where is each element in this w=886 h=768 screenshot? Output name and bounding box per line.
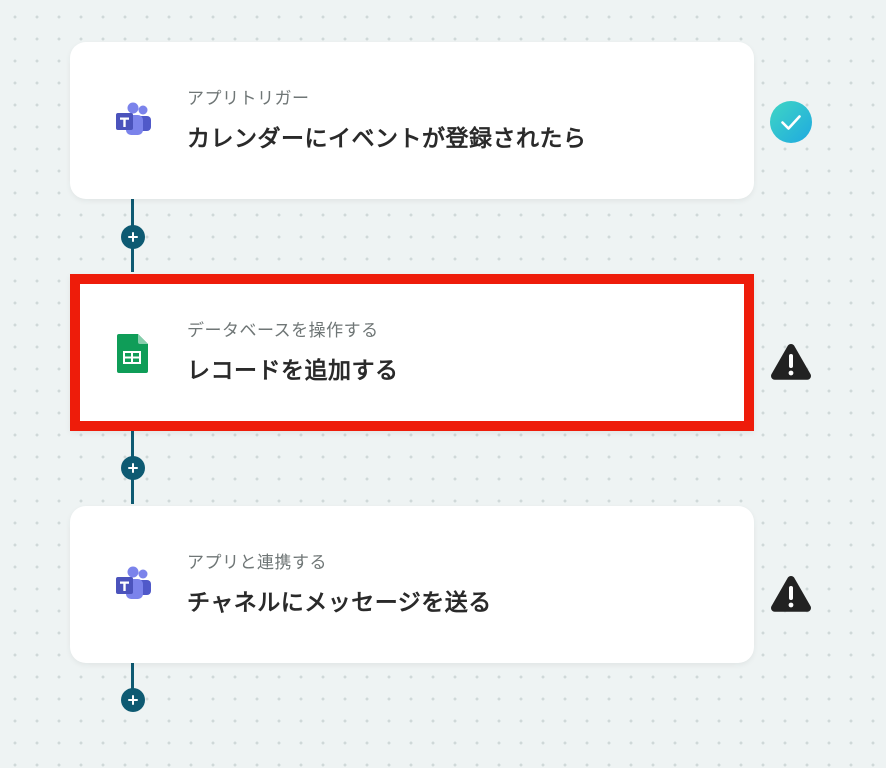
step-category: アプリと連携する xyxy=(187,553,327,573)
add-step-button[interactable] xyxy=(121,225,145,249)
flow-step-card-database[interactable]: データベースを操作する レコードを追加する xyxy=(70,274,754,431)
connector-line xyxy=(131,663,134,689)
step-category: データベースを操作する xyxy=(187,321,379,341)
add-step-button[interactable] xyxy=(121,688,145,712)
flow-step-card-action[interactable]: アプリと連携する チャネルにメッセージを送る xyxy=(70,506,754,663)
check-circle-icon xyxy=(769,100,813,144)
add-step-button[interactable] xyxy=(121,456,145,480)
warning-icon xyxy=(769,572,813,616)
step-title: カレンダーにイベントが登録されたら xyxy=(187,126,587,152)
teams-icon xyxy=(112,564,154,606)
flow-step-card-trigger[interactable]: アプリトリガー カレンダーにイベントが登録されたら xyxy=(70,42,754,199)
google-sheets-icon xyxy=(112,332,154,374)
warning-icon xyxy=(769,340,813,384)
step-title: レコードを追加する xyxy=(187,358,399,384)
step-title: チャネルにメッセージを送る xyxy=(187,590,492,616)
teams-icon xyxy=(112,100,154,142)
step-category: アプリトリガー xyxy=(187,89,310,109)
